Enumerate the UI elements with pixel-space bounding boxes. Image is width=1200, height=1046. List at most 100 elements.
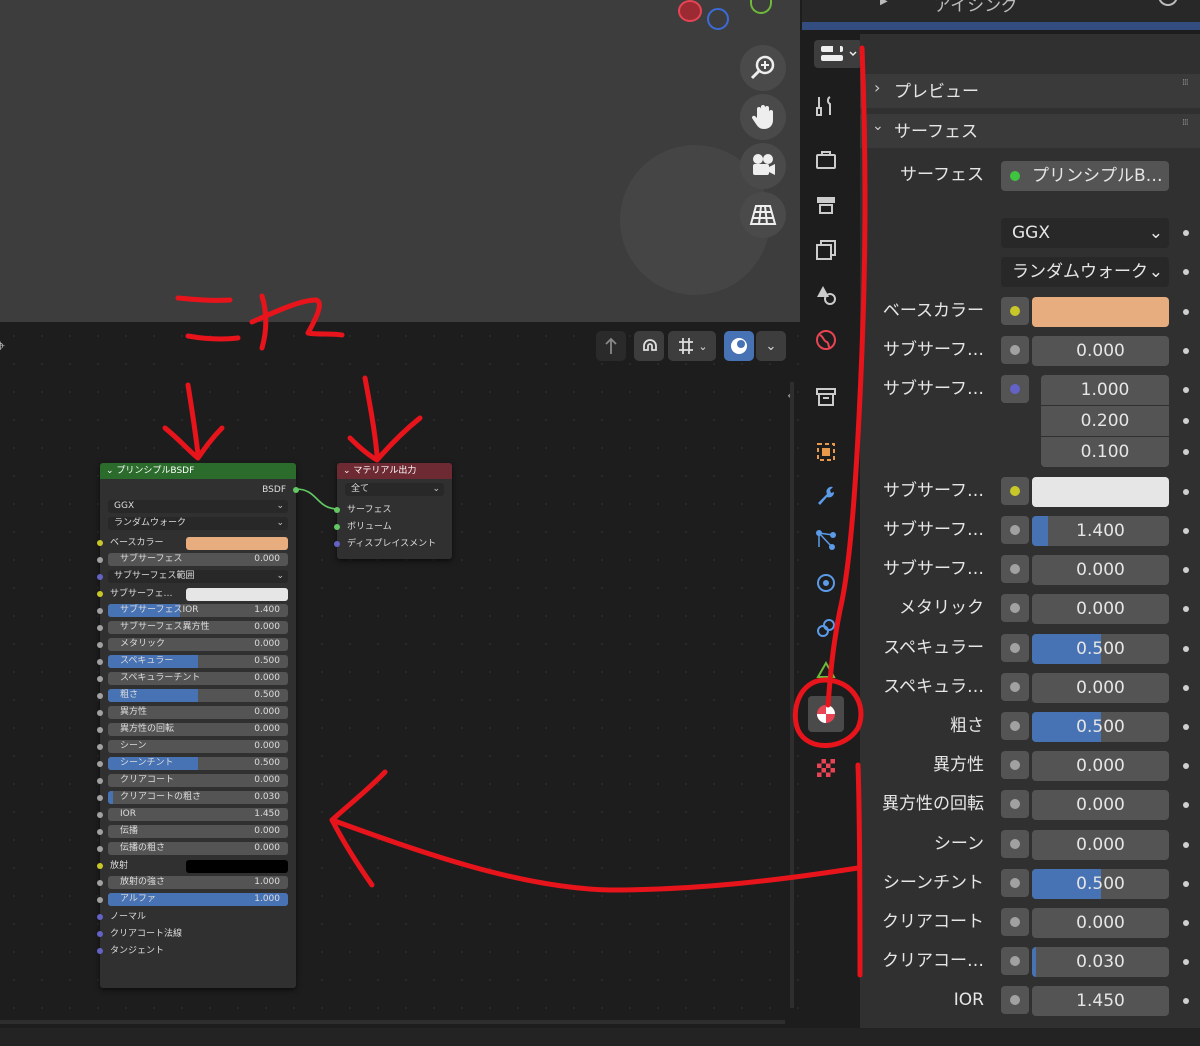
keyframe-dot[interactable] bbox=[1183, 724, 1189, 730]
field-value: 1.450 bbox=[1076, 991, 1125, 1012]
texture-tab[interactable] bbox=[808, 750, 844, 786]
keyframe-dot[interactable] bbox=[1183, 528, 1189, 534]
keyframe-dot[interactable] bbox=[1183, 920, 1189, 926]
field-value: 0.000 bbox=[1076, 599, 1125, 620]
keyframe-dot[interactable] bbox=[1183, 348, 1189, 354]
subsurface-method-select[interactable]: ランダムウォーク ⌄ bbox=[1001, 257, 1169, 287]
chevron-down-icon: ⌄ bbox=[1148, 223, 1163, 243]
keyframe-dot[interactable] bbox=[1183, 841, 1189, 848]
tool-tab[interactable] bbox=[808, 88, 844, 124]
keyframe-dot[interactable] bbox=[1183, 449, 1189, 455]
subsurface-color-swatch[interactable] bbox=[1032, 477, 1169, 507]
socket-link-button[interactable] bbox=[1001, 375, 1029, 403]
modifier-tab[interactable] bbox=[808, 477, 844, 513]
world-tab[interactable] bbox=[808, 322, 844, 358]
hand-pan-icon[interactable] bbox=[740, 94, 786, 140]
render-tab[interactable] bbox=[808, 142, 844, 178]
expand-arrow-icon[interactable]: ▶ bbox=[880, 0, 888, 7]
field-value: 1.400 bbox=[1076, 521, 1125, 541]
collection-tab[interactable] bbox=[808, 379, 844, 415]
subsurface-field[interactable]: 0.000 bbox=[1032, 336, 1169, 366]
socket-link-button[interactable] bbox=[1001, 712, 1029, 740]
socket-link-button[interactable] bbox=[1001, 297, 1029, 325]
property-value-field[interactable]: 0.000 bbox=[1032, 790, 1169, 821]
view-layer-tab[interactable] bbox=[808, 232, 844, 268]
property-value-field[interactable]: 1.400 bbox=[1032, 516, 1169, 546]
property-value-field[interactable]: 0.000 bbox=[1032, 594, 1169, 625]
keyframe-dot[interactable] bbox=[1183, 230, 1189, 236]
property-value-field[interactable]: 0.030 bbox=[1032, 947, 1169, 978]
property-label: クリアコート bbox=[882, 912, 984, 932]
socket-link-button[interactable] bbox=[1001, 790, 1029, 819]
value-socket-icon bbox=[1010, 525, 1020, 535]
keyframe-dot[interactable] bbox=[1183, 387, 1189, 393]
property-value-field[interactable]: 0.000 bbox=[1032, 555, 1169, 586]
property-value-field[interactable]: 0.000 bbox=[1032, 751, 1169, 782]
property-value-field[interactable]: 0.500 bbox=[1032, 712, 1169, 742]
gizmo-z-axis[interactable] bbox=[750, 0, 772, 14]
constraints-tab[interactable] bbox=[808, 610, 844, 646]
surface-panel-header[interactable]: ⌄ サーフェス ⁞⁞⁞ bbox=[860, 114, 1200, 148]
preview-panel-header[interactable]: › プレビュー ⁞⁞⁞ bbox=[860, 74, 1200, 108]
keyframe-dot[interactable] bbox=[1183, 418, 1189, 424]
gizmo-x-axis[interactable] bbox=[678, 0, 702, 22]
property-label: スペキュラ… bbox=[883, 676, 984, 697]
scene-tab[interactable] bbox=[808, 277, 844, 313]
keyframe-dot[interactable] bbox=[1183, 880, 1189, 887]
property-label: サブサーフ… bbox=[883, 520, 984, 540]
zoom-icon[interactable] bbox=[740, 45, 786, 91]
perspective-grid-icon[interactable] bbox=[740, 192, 786, 238]
socket-link-button[interactable] bbox=[1001, 829, 1029, 858]
subsurface-radius-x[interactable]: 1.000 bbox=[1041, 375, 1169, 405]
property-value-field[interactable]: 0.000 bbox=[1032, 829, 1169, 860]
subsurface-radius-y[interactable]: 0.200 bbox=[1041, 406, 1169, 436]
socket-link-button[interactable] bbox=[1001, 986, 1029, 1015]
socket-link-button[interactable] bbox=[1001, 947, 1029, 976]
socket-link-button[interactable] bbox=[1001, 672, 1029, 701]
keyframe-dot[interactable] bbox=[1183, 489, 1189, 495]
subsurface-radius-z[interactable]: 0.100 bbox=[1041, 437, 1169, 467]
node-editor[interactable]: ⌖ ⌄ ⌄ ‹ ⌄ プリンシプルBSDF BSDF GGX⌄ ランダムウォーク⌄… bbox=[0, 322, 800, 1028]
field-value: 0.000 bbox=[1076, 560, 1125, 581]
particles-tab[interactable] bbox=[808, 522, 844, 558]
physics-tab[interactable] bbox=[808, 565, 844, 601]
socket-link-button[interactable] bbox=[1001, 633, 1029, 662]
socket-link-button[interactable] bbox=[1001, 868, 1029, 897]
chevron-down-icon: ⌄ bbox=[1148, 262, 1163, 282]
property-value-field[interactable]: 0.000 bbox=[1032, 908, 1169, 938]
keyframe-dot[interactable] bbox=[1183, 269, 1189, 275]
property-value-field[interactable]: 0.000 bbox=[1032, 672, 1169, 703]
drag-handle-icon[interactable]: ⁞⁞⁞ bbox=[1182, 78, 1189, 88]
image-stack-icon bbox=[816, 240, 836, 260]
keyframe-dot[interactable] bbox=[1183, 309, 1189, 315]
socket-link-button[interactable] bbox=[1001, 477, 1029, 505]
data-tab[interactable] bbox=[808, 653, 844, 689]
3d-viewport[interactable] bbox=[0, 0, 800, 322]
output-tab[interactable] bbox=[808, 187, 844, 223]
socket-link-button[interactable] bbox=[1001, 751, 1029, 780]
socket-link-button[interactable] bbox=[1001, 336, 1029, 364]
gizmo-y-axis[interactable] bbox=[707, 8, 729, 30]
surface-shader-selector[interactable]: プリンシプルB… bbox=[1001, 161, 1169, 191]
field-value: 0.000 bbox=[1076, 677, 1125, 698]
property-value-field[interactable]: 0.500 bbox=[1032, 633, 1169, 664]
property-value-field[interactable]: 1.450 bbox=[1032, 986, 1169, 1017]
socket-link-button[interactable] bbox=[1001, 594, 1029, 623]
object-tab[interactable] bbox=[808, 434, 844, 470]
distribution-select[interactable]: GGX ⌄ bbox=[1001, 218, 1169, 248]
scene-icon bbox=[817, 286, 836, 305]
property-label: サブサーフ… bbox=[883, 559, 984, 580]
base-color-swatch[interactable] bbox=[1032, 297, 1169, 327]
socket-link-button[interactable] bbox=[1001, 516, 1029, 544]
visibility-icon[interactable] bbox=[1158, 0, 1178, 6]
keyframe-dot[interactable] bbox=[1183, 684, 1189, 691]
material-tab[interactable] bbox=[808, 696, 844, 732]
drag-handle-icon[interactable]: ⁞⁞⁞ bbox=[1182, 118, 1189, 128]
outliner-selected-row[interactable] bbox=[802, 22, 1200, 30]
property-value-field[interactable]: 0.500 bbox=[1032, 868, 1169, 899]
editor-type-dropdown[interactable] bbox=[814, 40, 862, 68]
keyframe-dot[interactable] bbox=[1183, 645, 1189, 652]
socket-link-button[interactable] bbox=[1001, 555, 1029, 584]
camera-view-icon[interactable] bbox=[740, 143, 786, 189]
socket-link-button[interactable] bbox=[1001, 908, 1029, 936]
